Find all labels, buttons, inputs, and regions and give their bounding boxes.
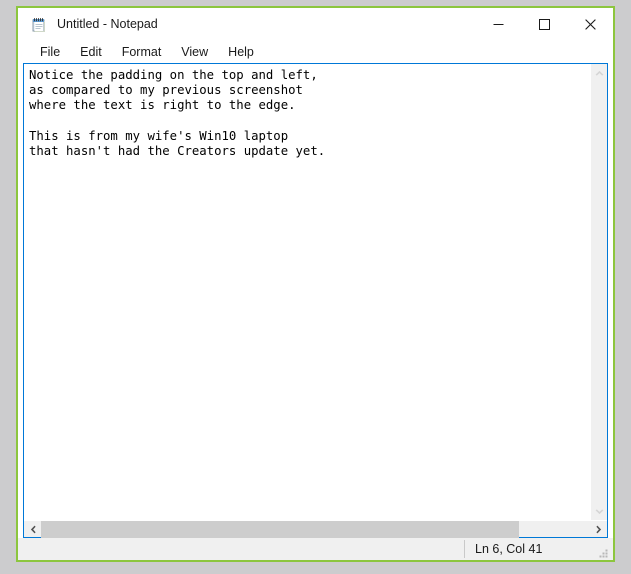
scroll-left-button[interactable]: [24, 521, 41, 538]
vertical-scrollbar[interactable]: [590, 64, 607, 520]
horizontal-scrollbar-track[interactable]: [41, 520, 590, 538]
chevron-up-icon: [595, 70, 603, 76]
status-bar-divider: [464, 540, 465, 558]
menu-item-file[interactable]: File: [40, 46, 60, 59]
cursor-position-label: Ln 6, Col 41: [475, 541, 543, 556]
minimize-button[interactable]: [475, 8, 521, 41]
close-button[interactable]: [567, 8, 613, 41]
close-icon: [584, 19, 596, 30]
minimize-icon: [493, 24, 503, 25]
window-controls: [475, 8, 613, 41]
menu-item-format[interactable]: Format: [122, 46, 162, 59]
status-bar: Ln 6, Col 41: [18, 538, 613, 560]
resize-grip-icon[interactable]: [598, 546, 610, 558]
text-editor-area[interactable]: Notice the padding on the top and left, …: [24, 64, 590, 520]
editor-body: Notice the padding on the top and left, …: [24, 64, 607, 520]
title-bar: Untitled - Notepad: [18, 8, 613, 41]
menu-bar: File Edit Format View Help: [18, 41, 613, 63]
notepad-window: Untitled - Notepad File Edit Format View…: [16, 6, 615, 562]
scroll-down-button[interactable]: [591, 503, 608, 520]
window-title: Untitled - Notepad: [57, 17, 158, 32]
maximize-icon: [538, 19, 550, 30]
scroll-up-button[interactable]: [591, 64, 608, 81]
horizontal-scrollbar-thumb[interactable]: [41, 520, 519, 538]
text-content: Notice the padding on the top and left, …: [29, 68, 326, 159]
chevron-right-icon: [595, 525, 601, 533]
maximize-button[interactable]: [521, 8, 567, 41]
menu-item-view[interactable]: View: [181, 46, 208, 59]
scroll-right-button[interactable]: [590, 521, 607, 538]
editor-frame: Notice the padding on the top and left, …: [23, 63, 608, 538]
chevron-down-icon: [595, 508, 603, 514]
vertical-scrollbar-track[interactable]: [591, 81, 607, 503]
chevron-left-icon: [30, 525, 36, 533]
horizontal-scrollbar[interactable]: [24, 520, 607, 538]
menu-item-edit[interactable]: Edit: [80, 46, 102, 59]
menu-item-help[interactable]: Help: [228, 46, 254, 59]
notepad-icon: [31, 17, 47, 33]
